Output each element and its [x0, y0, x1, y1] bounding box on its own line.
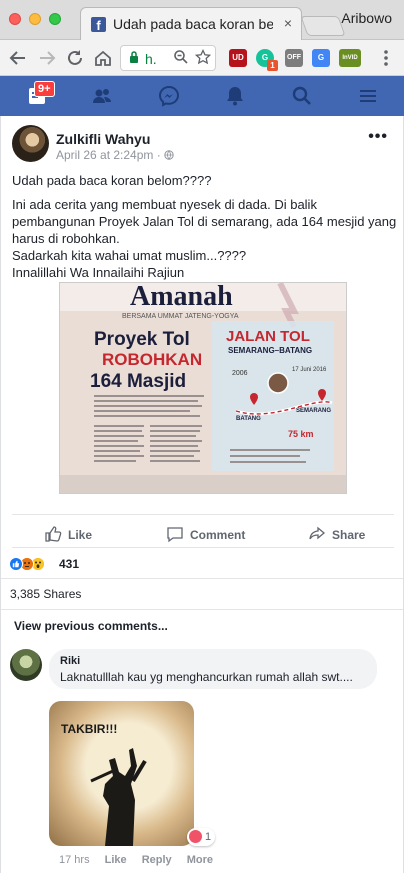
tagline-text: BERSAMA UMMAT JATENG-YOGYA [122, 313, 239, 320]
post-body-line: Innalillahi Wa Innailaihi Rajiun [12, 265, 185, 280]
reload-icon[interactable] [64, 47, 86, 69]
masthead-text: Amanah [130, 283, 233, 312]
grammarly-badge: 1 [267, 60, 278, 71]
comment-footer: 17 hrs Like Reply More [59, 854, 225, 866]
globe-icon [164, 150, 174, 160]
reaction-count: 431 [59, 557, 80, 571]
distance-label: 75 km [288, 429, 314, 439]
ublock-extension-icon[interactable]: UD [229, 49, 247, 67]
tab-title: Udah pada baca koran belom [113, 16, 273, 32]
browser-toolbar: h. UD G 1 OFF G InVID [0, 40, 404, 76]
post-photo[interactable]: Amanah BERSAMA UMMAT JATENG-YOGYA Proyek… [59, 282, 347, 494]
comment-time[interactable]: 17 hrs [59, 854, 90, 866]
comment-text: Laknatulllah kau yg menghancurkan rumah … [60, 670, 353, 684]
post-body-line: Sadarkah kita wahai umat muslim...???? [12, 248, 247, 263]
headline-1: Proyek Tol [94, 329, 190, 350]
comment-like-link[interactable]: Like [105, 854, 127, 866]
post-options-button[interactable]: ••• [368, 128, 388, 146]
search-icon[interactable] [290, 84, 314, 108]
headline-3: 164 Masjid [90, 371, 186, 392]
comment-reaction-count: 1 [205, 831, 212, 843]
post-headline: Udah pada baca koran belom???? [12, 173, 212, 188]
address-bar[interactable]: h. [120, 45, 216, 71]
share-arrow-icon [309, 526, 326, 540]
comment-label: Comment [190, 528, 246, 542]
minimize-window-button[interactable] [29, 13, 41, 25]
like-thumb-icon [45, 526, 62, 542]
hamburger-menu-icon[interactable] [356, 84, 380, 108]
zoom-icon[interactable] [173, 49, 189, 69]
love-reaction-icon [189, 830, 202, 843]
tab-close-icon[interactable]: × [284, 15, 292, 31]
profile-name[interactable]: Aribowo [341, 10, 392, 26]
date-label: 17 Juni 2016 [292, 367, 327, 373]
image-caption: TAKBIR!!! [61, 722, 117, 736]
new-tab-button[interactable] [300, 16, 346, 36]
comment-bubble: Riki Laknatulllah kau yg menghancurkan r… [49, 649, 377, 689]
city-2: SEMARANG [296, 408, 331, 414]
like-reaction-icon [9, 557, 23, 571]
off-extension-icon[interactable]: OFF [285, 49, 303, 67]
feed-post: Zulkifli Wahyu April 26 at 2:24pm · ••• … [0, 116, 404, 873]
newspaper-photo-illustration: Amanah BERSAMA UMMAT JATENG-YOGYA Proyek… [60, 283, 346, 493]
comment-image[interactable]: TAKBIR!!! [49, 701, 194, 846]
author-avatar[interactable] [12, 125, 49, 162]
post-meta: April 26 at 2:24pm · [56, 148, 174, 162]
headline-2: ROBOHKAN [102, 350, 202, 369]
post-date[interactable]: April 26 at 2:24pm [56, 148, 153, 162]
divider [1, 578, 403, 579]
box-title: JALAN TOL [226, 328, 310, 345]
menu-kebab-icon[interactable] [375, 47, 397, 69]
friends-icon[interactable] [90, 84, 114, 108]
close-window-button[interactable] [9, 13, 21, 25]
maximize-window-button[interactable] [49, 13, 61, 25]
comment-more-link[interactable]: More [187, 854, 213, 866]
translate-extension-icon[interactable]: G [312, 49, 330, 67]
post-author[interactable]: Zulkifli Wahyu [56, 131, 150, 147]
takbir-image-illustration: TAKBIR!!! [61, 722, 147, 846]
home-icon[interactable] [92, 47, 114, 69]
divider [1, 609, 403, 610]
bookmark-star-icon[interactable] [194, 48, 212, 70]
notifications-bell-icon[interactable] [223, 84, 247, 108]
facebook-favicon-icon: f [91, 17, 106, 33]
post-actions: Like Comment Share [12, 514, 394, 548]
post-body: Ini ada cerita yang membuat nyesek di da… [12, 196, 398, 281]
comment-bubble-icon [167, 527, 183, 543]
commenter-avatar[interactable] [10, 649, 42, 681]
invid-extension-icon[interactable]: InVID [339, 49, 361, 67]
city-1: BATANG [236, 416, 261, 422]
notification-count-badge: 9+ [34, 81, 55, 97]
comment-reaction-badge[interactable]: 1 [187, 828, 216, 846]
messenger-icon[interactable] [157, 84, 181, 108]
comment-button[interactable]: Comment [166, 525, 245, 543]
box-subtitle: SEMARANG–BATANG [228, 346, 312, 355]
lock-icon [130, 51, 138, 63]
address-text: h. [145, 51, 157, 67]
share-label: Share [332, 528, 366, 542]
back-icon[interactable] [7, 47, 29, 69]
facebook-nav-bar: 9+ [0, 76, 404, 116]
share-count[interactable]: 3,385 Shares [10, 587, 81, 601]
post-body-line: Ini ada cerita yang membuat nyesek di da… [12, 197, 397, 246]
comment-author[interactable]: Riki [60, 655, 80, 667]
like-label: Like [68, 528, 93, 542]
view-previous-comments-link[interactable]: View previous comments... [14, 619, 168, 633]
meta-separator: · [156, 148, 161, 162]
year-label: 2006 [232, 370, 248, 377]
like-button[interactable]: Like [44, 525, 92, 543]
share-button[interactable]: Share [308, 525, 365, 543]
forward-icon[interactable] [36, 47, 58, 69]
browser-titlebar: f Udah pada baca koran belom × Aribowo [0, 0, 404, 40]
browser-tab[interactable]: f Udah pada baca koran belom × [80, 7, 302, 40]
comment-reply-link[interactable]: Reply [142, 854, 172, 866]
